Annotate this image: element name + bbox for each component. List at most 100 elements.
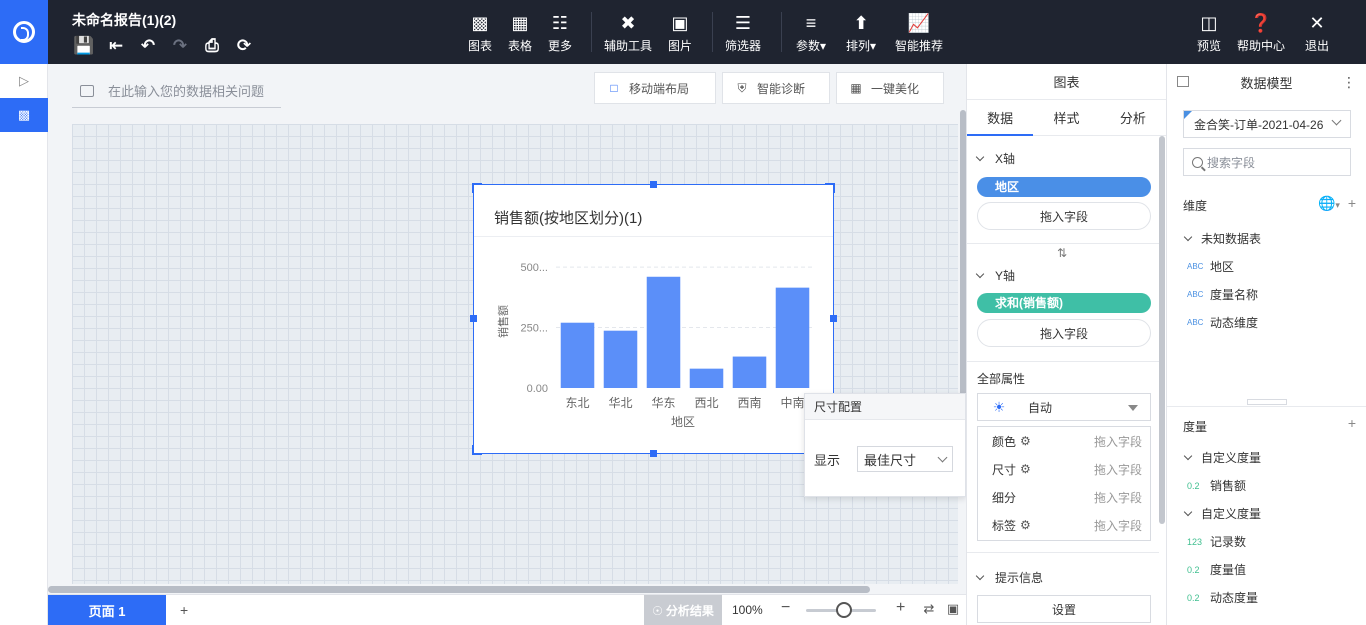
mark-label[interactable]: 标签 ⚙ 拖入字段 [978,511,1150,539]
mobile-layout-button[interactable]: □ 移动端布局 [594,72,716,104]
chart-button[interactable]: ▩ 图表 [466,0,494,64]
bottom-bar: 页面 1 + ☉ 分析结果 100% − + ⇄ ▣ [48,594,966,625]
x-axis-drop-zone[interactable]: 拖入字段 [977,202,1151,230]
bar-chart-icon: ▩ [471,12,489,33]
tooltip-settings-button[interactable]: 设置 [977,595,1151,623]
help-center-button[interactable]: ❓ 帮助中心 [1236,0,1286,64]
dataset-flag-icon [1184,111,1192,119]
size-config-popover: 尺寸配置 显示 最佳尺寸 [804,393,966,497]
beautify-button[interactable]: ▦ 一键美化 [836,72,944,104]
image-button[interactable]: ▣ 图片 [667,0,693,64]
undo-icon[interactable]: ↶ [136,36,160,56]
props-scrollbar[interactable] [1159,136,1165,524]
layout-icon: ▦ [850,81,862,95]
resize-corner-top-left[interactable] [472,183,482,193]
param-icon: ≡ [805,12,817,33]
resize-corner-bottom-left[interactable] [472,445,482,455]
tab-analysis[interactable]: 分析 [1100,100,1166,135]
dimension-field[interactable]: ABC 地区 [1187,258,1234,275]
page-tab-1[interactable]: 页面 1 [48,595,166,625]
arrange-button[interactable]: ⬆ 排列▾ [843,0,879,64]
data-model-panel: 数据模型 ⋮ 金合笑-订单-2021-04-26 搜索字段 维度 🌐▾ + 未知… [1166,64,1366,625]
table-button[interactable]: ▦ 表格 [506,0,534,64]
resize-handle-bottom[interactable] [650,450,657,457]
question-input[interactable]: 在此输入您的数据相关问题 [72,74,281,108]
zoom-slider-knob[interactable] [836,602,852,618]
gear-icon[interactable]: ⚙ [1020,462,1031,476]
dataset-select[interactable]: 金合笑-订单-2021-04-26 [1183,110,1351,138]
resize-handle-left[interactable] [470,315,477,322]
measure-group[interactable]: 自定义度量 [1183,449,1261,466]
x-axis-section[interactable]: X轴 [975,150,1015,167]
x-tick-label: 华东 [651,396,675,410]
mark-size[interactable]: 尺寸 ⚙ 拖入字段 [978,455,1150,483]
back-icon[interactable]: ⇤ [104,36,128,56]
app-logo[interactable] [0,0,48,64]
more-vertical-icon[interactable]: ⋮ [1342,74,1356,91]
filter-icon: ☰ [734,12,752,33]
add-measure-icon[interactable]: + [1348,415,1356,431]
mark-detail[interactable]: 细分 拖入字段 [978,483,1150,511]
resize-handle-top[interactable] [650,181,657,188]
measure-field[interactable]: 123 记录数 [1187,533,1246,550]
save-icon[interactable]: 💾 [72,36,96,56]
gear-icon[interactable]: ⚙ [1020,434,1031,448]
param-button[interactable]: ≡ 参数▾ [793,0,829,64]
y-axis-section[interactable]: Y轴 [975,267,1015,284]
swap-axes-icon[interactable]: ⇅ [1057,246,1067,260]
expand-panel-icon[interactable]: ▷ [0,64,48,98]
redo-icon[interactable]: ↷ [168,36,192,56]
chart-title[interactable]: 销售额(按地区划分)(1) [494,207,642,228]
assist-tools-button[interactable]: ✖ 辅助工具 [603,0,653,64]
fit-width-icon[interactable]: ⇄ [921,601,937,617]
more-button[interactable]: ☷ 更多 [546,0,574,64]
smart-diagnosis-button[interactable]: ⛨ 智能诊断 [722,72,830,104]
toolbar-group-filter: ☰ 筛选器 [724,0,762,64]
resize-handle-right[interactable] [830,315,837,322]
dimension-field[interactable]: ABC 动态维度 [1187,314,1258,331]
globe-icon[interactable]: 🌐 [1318,195,1335,211]
display-size-select[interactable]: 最佳尺寸 [857,446,954,472]
report-title[interactable]: 未命名报告(1)(2) [72,10,176,30]
exit-button[interactable]: ✕ 退出 [1304,0,1330,64]
zoom-out-button[interactable]: − [781,599,790,617]
chart-widget[interactable]: 销售额(按地区划分)(1) 0.00 250... 500... 销售额 东北 华北 华东 西… [470,181,837,457]
smart-recommend-button[interactable]: 📈 智能推荐 [895,0,943,64]
add-icon[interactable]: + [1348,195,1356,211]
caret-down-icon[interactable]: ▾ [1335,200,1340,210]
y-axis-field-pill[interactable]: 求和(销售额) [977,293,1151,313]
horizontal-scrollbar[interactable] [48,586,870,593]
filter-button[interactable]: ☰ 筛选器 [724,0,762,64]
measure-field[interactable]: 0.2 销售额 [1187,477,1246,494]
preview-button[interactable]: ◫ 预览 [1196,0,1222,64]
tab-data[interactable]: 数据 [967,100,1033,135]
panel-resize-grip[interactable] [1247,399,1287,405]
search-fields-input[interactable]: 搜索字段 [1183,148,1351,176]
dimension-group[interactable]: 未知数据表 [1183,230,1261,247]
tab-style[interactable]: 样式 [1033,100,1099,135]
measure-field[interactable]: 0.2 度量值 [1187,561,1246,578]
measure-field[interactable]: 0.2 动态度量 [1187,589,1258,606]
dimension-field[interactable]: ABC 度量名称 [1187,286,1258,303]
x-axis-field-pill[interactable]: 地区 [977,177,1151,197]
mark-color[interactable]: 颜色 ⚙ 拖入字段 [978,427,1150,455]
y-axis-drop-zone[interactable]: 拖入字段 [977,319,1151,347]
add-page-button[interactable]: + [180,602,188,618]
dimension-tools: 🌐▾ + [1318,195,1356,212]
search-icon [1192,156,1203,168]
collapse-panel-icon[interactable] [1177,76,1189,87]
fit-screen-icon[interactable]: ▣ [945,601,961,617]
measure-group[interactable]: 自定义度量 [1183,505,1261,522]
props-header: 图表 [967,64,1166,100]
mark-type-select[interactable]: ☀ 自动 [977,393,1151,421]
x-tick-label: 华北 [608,396,632,410]
tooltip-section[interactable]: 提示信息 [975,569,1043,586]
print-icon[interactable]: ⎙ [200,36,224,56]
gear-icon[interactable]: ⚙ [1020,518,1031,532]
chevron-down-icon [1331,115,1342,126]
chart-list-icon[interactable]: ▩ [0,98,48,132]
zoom-in-button[interactable]: + [896,599,905,617]
analysis-result-button[interactable]: ☉ 分析结果 [644,595,722,625]
refresh-icon[interactable]: ⟳ [232,36,256,56]
resize-corner-top-right[interactable] [825,183,835,193]
